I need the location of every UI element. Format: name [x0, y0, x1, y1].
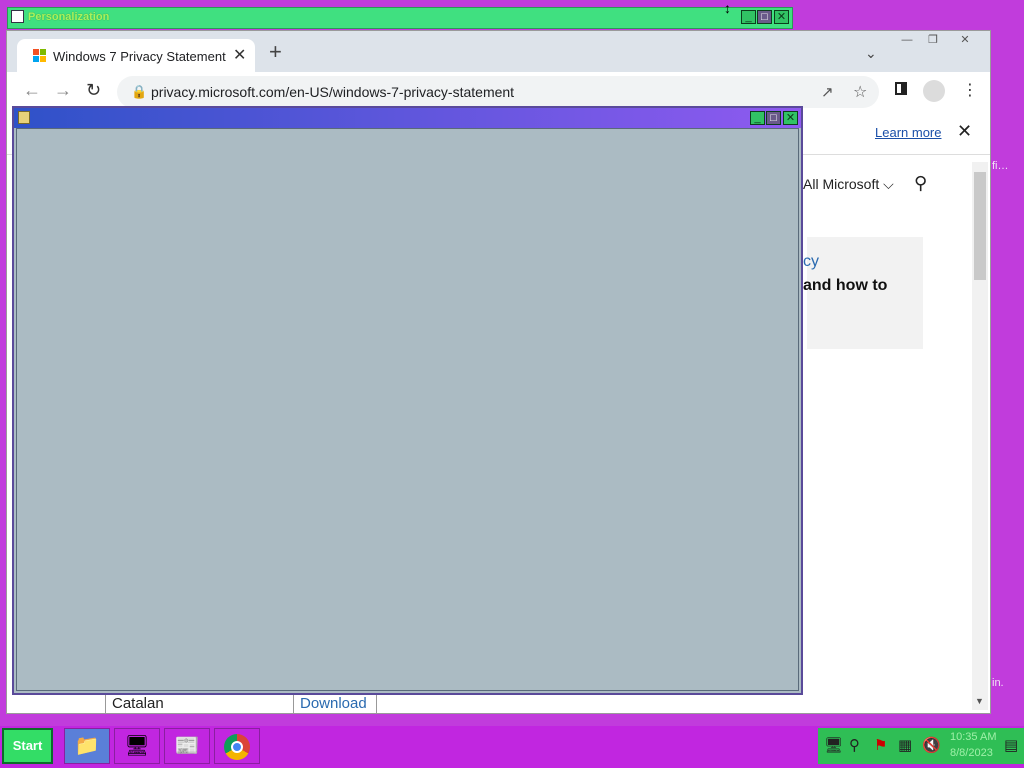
folder-icon: 📁 — [74, 735, 100, 757]
tab-close-icon[interactable]: ✕ — [233, 45, 246, 65]
bookmark-star-icon[interactable]: ☆ — [853, 82, 867, 102]
address-bar[interactable]: 🔒 privacy.microsoft.com/en-US/windows-7-… — [117, 76, 879, 108]
personalization-icon — [11, 10, 24, 23]
reload-icon[interactable]: ↻ — [86, 80, 101, 101]
browser-restore-button[interactable]: ❐ — [921, 33, 945, 49]
all-microsoft-menu[interactable]: All Microsoft ⌵ — [803, 176, 894, 193]
learn-more-link[interactable]: Learn more — [875, 125, 941, 140]
page-scrollbar[interactable]: ▼ — [972, 162, 988, 710]
maximize-button[interactable]: □ — [757, 10, 772, 24]
lock-icon: 🔒 — [131, 84, 148, 99]
desktop-text-fragment: fi… — [992, 160, 1009, 172]
forward-icon[interactable]: → — [54, 80, 72, 101]
microsoft-logo-icon — [33, 49, 47, 63]
window-titlebar[interactable]: _ □ ✕ — [14, 108, 801, 128]
cursor-icon: ↕ — [724, 0, 731, 16]
chrome-taskbar-button[interactable] — [214, 728, 260, 764]
start-button[interactable]: Start — [2, 728, 53, 764]
personalization-window[interactable]: Personalization _ □ ✕ — [7, 7, 793, 29]
network-icon[interactable]: ▦ — [898, 736, 912, 754]
url-text[interactable]: privacy.microsoft.com/en-US/windows-7-pr… — [151, 84, 514, 100]
window-content-area — [16, 128, 799, 691]
show-desktop-icon[interactable]: ▤ — [1004, 736, 1018, 754]
banner-close-icon[interactable]: ✕ — [957, 121, 972, 142]
tab-strip: Windows 7 Privacy Statement ✕ + ⌄ — ❐ ✕ — [7, 31, 990, 72]
scrollbar-thumb[interactable] — [974, 172, 986, 280]
scroll-down-arrow-icon[interactable]: ▼ — [975, 696, 984, 706]
volume-muted-icon[interactable]: 🔇 — [922, 736, 941, 754]
search-icon[interactable]: ⚲ — [849, 736, 860, 754]
browser-close-button[interactable]: ✕ — [953, 33, 977, 49]
control-panel-taskbar-button[interactable]: 🖥 — [114, 728, 160, 764]
app-icon — [18, 111, 30, 124]
document-taskbar-button[interactable]: 📰 — [164, 728, 210, 764]
file-explorer-taskbar-button[interactable]: 📁 — [64, 728, 110, 764]
card-link[interactable]: cy — [803, 253, 819, 271]
desktop-text-fragment: in. — [992, 677, 1004, 689]
card-text: and how to — [803, 277, 888, 294]
blank-app-window[interactable]: _ □ ✕ — [12, 106, 803, 695]
document-icon: 📰 — [174, 735, 200, 757]
maximize-button[interactable]: □ — [766, 111, 781, 125]
browser-minimize-button[interactable]: — — [895, 33, 919, 49]
action-center-flag-icon[interactable]: ⚑ — [874, 736, 887, 754]
profile-avatar-icon[interactable] — [923, 80, 945, 102]
chrome-icon — [224, 734, 250, 760]
share-icon[interactable]: ↗ — [821, 83, 834, 101]
side-panel-icon[interactable] — [895, 82, 907, 95]
tab-privacy-statement[interactable]: Windows 7 Privacy Statement ✕ — [17, 39, 255, 72]
close-button[interactable]: ✕ — [783, 111, 798, 125]
search-icon[interactable]: ⚲ — [914, 173, 927, 194]
start-label: Start — [12, 738, 43, 753]
new-tab-button[interactable]: + — [269, 41, 282, 63]
control-panel-icon: 🖥 — [124, 735, 150, 757]
close-button[interactable]: ✕ — [774, 10, 789, 24]
taskbar: Start 📁 🖥 📰 🖥 ⚲ ⚑ ▦ 🔇 10:35 AM 8/8/2023 … — [0, 726, 1024, 768]
minimize-button[interactable]: _ — [750, 111, 765, 125]
menu-kebab-icon[interactable]: ⋮ — [962, 80, 978, 100]
clock-date[interactable]: 8/8/2023 — [950, 747, 993, 759]
system-tray: 🖥 ⚲ ⚑ ▦ 🔇 10:35 AM 8/8/2023 ▤ — [818, 728, 1024, 764]
table-cell-language: Catalan — [105, 695, 299, 713]
download-link[interactable]: Download — [293, 695, 377, 713]
tab-search-icon[interactable]: ⌄ — [865, 45, 877, 62]
back-icon[interactable]: ← — [23, 80, 41, 101]
network-app-icon[interactable]: 🖥 — [824, 736, 843, 754]
minimize-button[interactable]: _ — [741, 10, 756, 24]
window-title: Personalization — [28, 11, 110, 23]
clock-time[interactable]: 10:35 AM — [950, 731, 996, 743]
tab-title: Windows 7 Privacy Statement — [53, 49, 226, 64]
